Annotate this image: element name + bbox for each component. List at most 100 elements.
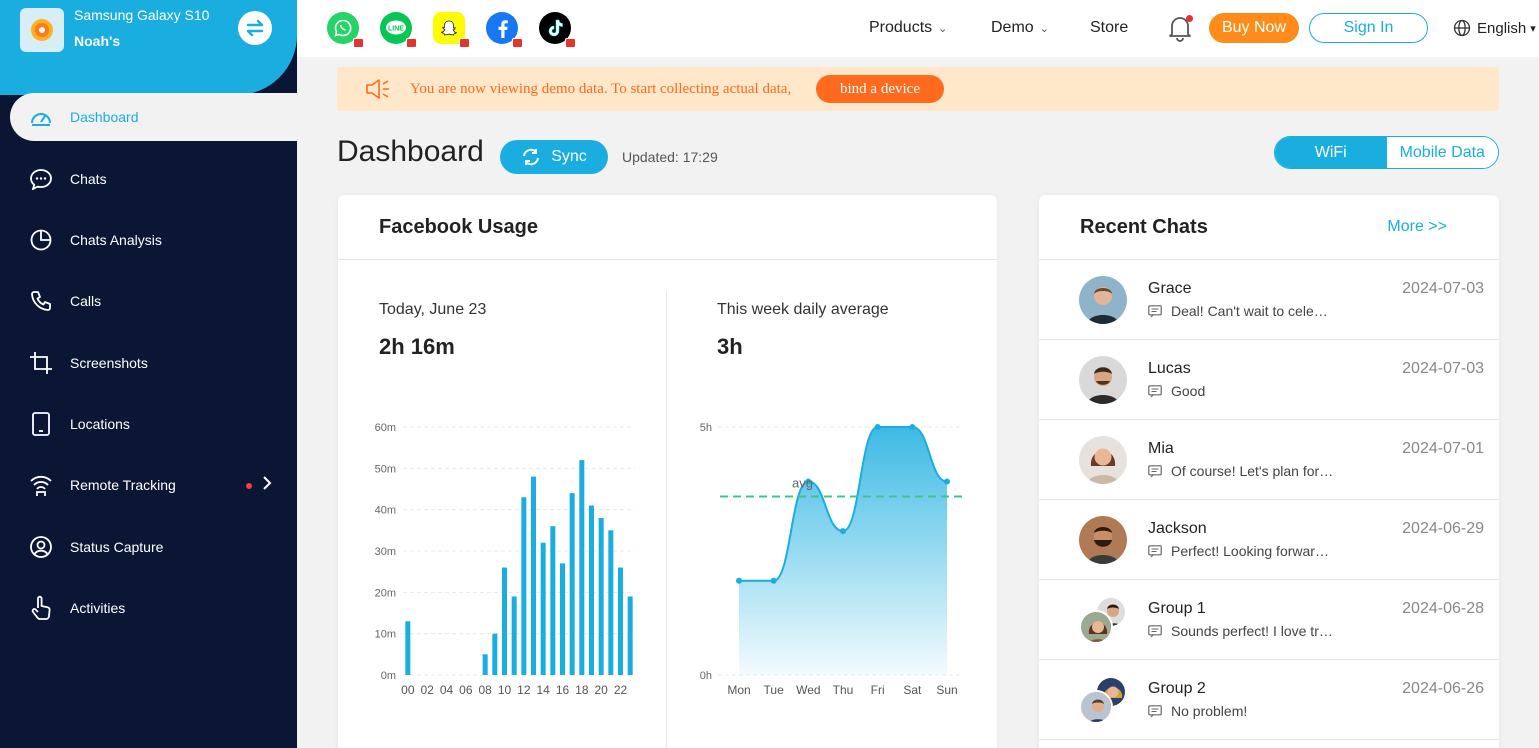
- message-icon: [1148, 465, 1162, 478]
- snapchat-icon[interactable]: [433, 12, 470, 48]
- line-icon[interactable]: LINE: [380, 12, 417, 48]
- chat-item[interactable]: Grace Deal! Can't wait to cele… 2024-07-…: [1039, 260, 1499, 340]
- chat-date: 2024-07-03: [1402, 280, 1484, 297]
- week-value: 3h: [717, 334, 743, 359]
- tab-mobile-data[interactable]: Mobile Data: [1386, 137, 1498, 168]
- pie-chart-icon: [28, 228, 54, 252]
- sidebar-item-chats[interactable]: Chats: [10, 155, 297, 203]
- bar: [521, 497, 527, 675]
- avatar: [1079, 436, 1127, 484]
- more-link[interactable]: More >>: [1387, 218, 1447, 236]
- data-point: [909, 424, 916, 430]
- y-tick-label: 10m: [375, 629, 396, 641]
- network-toggle: WiFi Mobile Data: [1274, 136, 1499, 169]
- y-tick-label: 40m: [375, 505, 396, 517]
- sidebar-item-chats-analysis[interactable]: Chats Analysis: [10, 216, 297, 264]
- switch-device-icon[interactable]: [238, 11, 272, 45]
- x-tick-label: Mon: [727, 683, 750, 697]
- y-tick-label: 0h: [700, 670, 712, 682]
- chat-date: 2024-06-28: [1402, 600, 1484, 617]
- user-circle-icon: [28, 535, 54, 559]
- sidebar-item-label: Status Capture: [70, 539, 164, 555]
- sidebar-item-label: Locations: [70, 416, 130, 432]
- chat-date: 2024-06-29: [1402, 520, 1484, 537]
- chat-item[interactable]: Lucas Good 2024-07-03: [1039, 340, 1499, 420]
- language-selector[interactable]: English ▾: [1453, 19, 1536, 37]
- avg-label: avg: [792, 475, 813, 490]
- bind-device-button[interactable]: bind a device: [816, 75, 944, 103]
- tiktok-icon[interactable]: [539, 12, 576, 48]
- chat-name: Group 2: [1148, 680, 1206, 697]
- menu-products[interactable]: Products ⌄: [869, 19, 947, 37]
- sidebar-item-label: Screenshots: [70, 355, 148, 371]
- bar: [589, 505, 594, 675]
- device-owner: Noah's: [74, 33, 121, 49]
- wifi-tower-icon: [28, 473, 54, 497]
- buy-now-button[interactable]: Buy Now: [1209, 13, 1299, 43]
- menu-demo[interactable]: Demo ⌄: [991, 19, 1049, 37]
- sign-in-button[interactable]: Sign In: [1309, 13, 1428, 43]
- caret-down-icon: ▾: [1530, 22, 1536, 35]
- hourly-bar-chart: 60m 50m 40m 30m 20m 10m 0m 00 02 04 06 08 10 12 14 16 18…: [375, 422, 635, 697]
- bar: [540, 542, 546, 675]
- notification-dot: [1186, 15, 1193, 22]
- y-tick-label: 5h: [700, 422, 712, 434]
- chat-item[interactable]: Mia Of course! Let's plan for… 2024-07-0…: [1039, 420, 1499, 500]
- card-title: Facebook Usage: [379, 216, 538, 238]
- data-point: [770, 577, 777, 584]
- sidebar-item-status-capture[interactable]: Status Capture: [10, 523, 297, 571]
- facebook-icon[interactable]: [486, 12, 523, 48]
- chevron-down-icon: ⌄: [1039, 23, 1049, 35]
- app-logo-icon: [20, 8, 64, 52]
- chat-name: Group 1: [1148, 600, 1206, 617]
- sidebar-item-locations[interactable]: Locations: [10, 400, 297, 448]
- chat-preview: Of course! Let's plan for…: [1171, 463, 1334, 479]
- sidebar-item-dashboard[interactable]: Dashboard: [10, 93, 297, 141]
- gauge-icon: [28, 105, 54, 129]
- whatsapp-icon[interactable]: [327, 12, 364, 48]
- language-label: English: [1477, 19, 1527, 37]
- avatar: [1079, 516, 1127, 564]
- menu-store[interactable]: Store: [1090, 19, 1128, 37]
- y-tick-label: 20m: [375, 587, 396, 599]
- sidebar-item-calls[interactable]: Calls: [10, 277, 297, 325]
- sidebar-item-label: Activities: [70, 600, 126, 616]
- x-tick-label: 04: [440, 683, 454, 697]
- chat-item[interactable]: Jackson Perfect! Looking forwar… 2024-06…: [1039, 500, 1499, 580]
- chat-date: 2024-07-03: [1402, 360, 1484, 377]
- bar: [550, 526, 556, 675]
- sidebar-item-activities[interactable]: Activities: [10, 584, 297, 632]
- chat-preview: Good: [1171, 383, 1206, 399]
- chat-item[interactable]: Group 1 Sounds perfect! I love tr… 2024-…: [1039, 580, 1499, 660]
- svg-text:LINE: LINE: [388, 26, 404, 33]
- tab-wifi[interactable]: WiFi: [1275, 137, 1387, 168]
- bar: [492, 633, 498, 675]
- card-header: Recent Chats More >>: [1039, 195, 1499, 260]
- sidebar-item-screenshots[interactable]: Screenshots: [10, 339, 297, 387]
- chat-name: Mia: [1148, 440, 1174, 457]
- x-tick-label: 00: [401, 683, 415, 697]
- recent-chats-card: Recent Chats More >> Grace Deal! Can't w…: [1039, 195, 1499, 748]
- x-tick-label: 18: [575, 683, 589, 697]
- data-point: [944, 478, 950, 485]
- sidebar-item-remote-tracking[interactable]: Remote Tracking: [10, 461, 297, 509]
- bar: [579, 460, 585, 675]
- bar: [569, 493, 575, 675]
- bar: [531, 476, 536, 675]
- notification-dot: [246, 483, 252, 489]
- weekly-area-chart: 5h 0h avg Mon Tue Wed Thu Fri Sat Sun: [700, 422, 963, 697]
- message-icon: [1148, 305, 1162, 318]
- demo-banner-text: You are now viewing demo data. To start …: [410, 81, 792, 97]
- avatar: [1079, 610, 1113, 644]
- data-point: [874, 424, 881, 430]
- card-title: Recent Chats: [1080, 216, 1208, 238]
- crop-icon: [28, 351, 54, 375]
- sync-button[interactable]: Sync: [500, 140, 608, 174]
- y-tick-label: 60m: [375, 422, 396, 434]
- chat-preview: Perfect! Looking forwar…: [1171, 543, 1329, 559]
- data-point: [840, 528, 846, 535]
- bar: [608, 530, 614, 675]
- sidebar: Samsung Galaxy S10 Noah's Dashboard Chat…: [0, 0, 297, 748]
- refresh-icon: [523, 148, 540, 166]
- chat-item[interactable]: Group 2 No problem! 2024-06-26: [1039, 660, 1499, 740]
